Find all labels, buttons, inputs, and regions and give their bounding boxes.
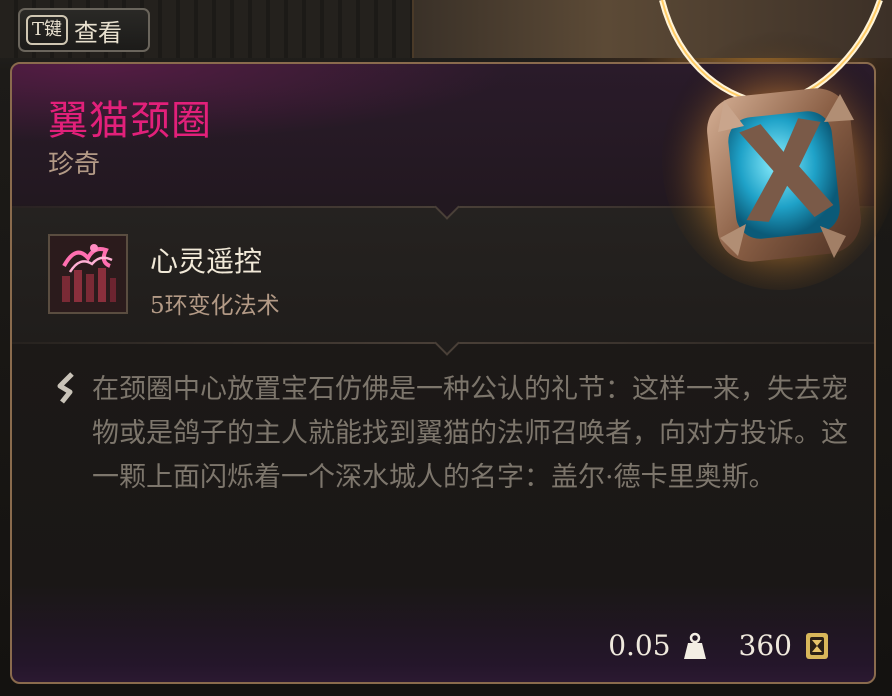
item-name: 翼猫颈圈 <box>48 98 212 144</box>
inspect-hint[interactable]: T键 查看 <box>18 8 150 52</box>
key-badge: T键 <box>26 15 69 45</box>
gold-coin-icon <box>804 631 830 661</box>
item-stats-footer: 0.05 360 <box>608 629 830 662</box>
item-value: 360 <box>738 629 792 662</box>
spell-type: 5环变化法术 <box>150 293 280 319</box>
spell-name: 心灵遥控 <box>150 245 263 278</box>
item-weight: 0.05 <box>608 629 671 662</box>
quote-mark-icon <box>56 372 80 412</box>
item-description: 在颈圈中心放置宝石仿佛是一种公认的礼节：这样一来，失去宠物或是鸽子的主人就能找到… <box>92 374 848 493</box>
inspect-label: 查看 <box>74 18 123 47</box>
telekinesis-spell-icon[interactable] <box>48 234 128 314</box>
item-image <box>640 0 892 290</box>
weight-icon <box>683 631 707 661</box>
item-rarity: 珍奇 <box>48 150 101 180</box>
